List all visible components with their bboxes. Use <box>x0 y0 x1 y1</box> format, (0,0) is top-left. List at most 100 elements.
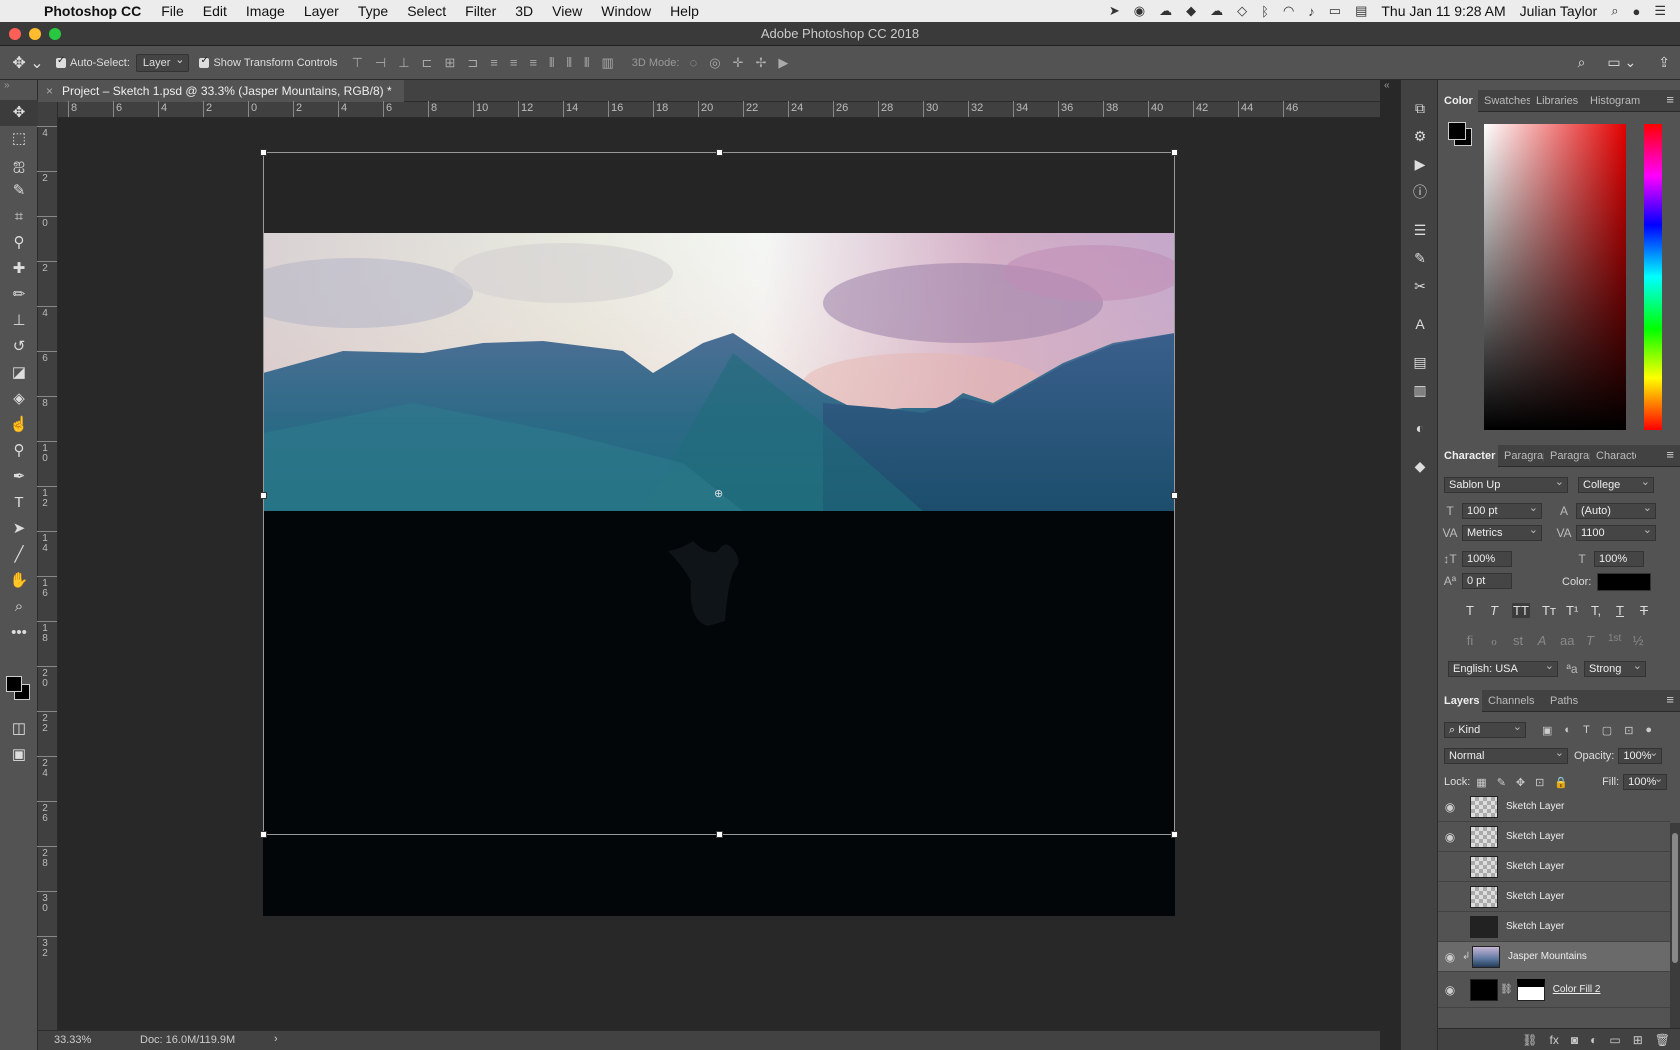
crop-tool-icon[interactable]: ⌗ <box>0 204 38 230</box>
3d-pan-icon[interactable]: ✛ <box>733 55 744 71</box>
3d-orbit-icon[interactable]: ◌ <box>689 55 697 71</box>
vpn-icon[interactable]: ◇ <box>1237 3 1247 19</box>
layer-row[interactable]: ◉ Sketch Layer <box>1438 852 1670 882</box>
tab-color[interactable]: Color <box>1438 89 1478 112</box>
actions-panel-icon[interactable]: ▶ <box>1401 150 1439 178</box>
window-minimize-button[interactable] <box>29 28 41 40</box>
layers-panel-menu-icon[interactable]: ≡ <box>1666 692 1674 707</box>
3d-roll-icon[interactable]: ◎ <box>709 55 720 71</box>
layer-name[interactable]: Sketch Layer <box>1506 801 1564 812</box>
color-fill-area[interactable] <box>263 511 1175 916</box>
vertical-scale-field[interactable]: 100% <box>1462 551 1512 567</box>
foreground-color-swatch[interactable] <box>6 676 22 692</box>
tab-layers[interactable]: Layers <box>1438 689 1482 712</box>
quick-mask-icon[interactable]: ◫ <box>0 716 38 742</box>
tab-character[interactable]: Character <box>1438 444 1498 467</box>
share-icon[interactable]: ⇪ <box>1658 54 1670 71</box>
delete-layer-icon[interactable]: 🗑 <box>1655 1033 1670 1047</box>
distribute-top-icon[interactable]: ≡ <box>490 55 498 71</box>
layer-visibility-eye-icon[interactable]: ◉ <box>1438 830 1462 844</box>
swash-button[interactable]: A <box>1536 633 1548 649</box>
menu-view[interactable]: View <box>552 3 582 19</box>
jasper-mountains-image[interactable] <box>263 233 1175 511</box>
filter-toggle-icon[interactable]: ● <box>1645 724 1652 737</box>
history-brush-tool-icon[interactable]: ↺ <box>0 334 38 360</box>
tab-swatches[interactable]: Swatches <box>1478 90 1530 112</box>
move-tool-icon[interactable]: ✥ <box>0 100 38 126</box>
language-dropdown[interactable]: English: USA <box>1448 659 1558 677</box>
menu-help[interactable]: Help <box>670 3 699 19</box>
move-tool-preset-icon[interactable]: ✥ ⌄ <box>0 53 56 73</box>
libraries-panel-icon[interactable]: ◆ <box>1401 452 1439 480</box>
window-close-button[interactable] <box>9 28 21 40</box>
creative-cloud-icon[interactable]: ◉ <box>1134 3 1145 19</box>
healing-brush-tool-icon[interactable]: ✚ <box>0 256 38 282</box>
underline-button[interactable]: T <box>1614 603 1626 618</box>
layer-name[interactable]: Color Fill 2 <box>1553 984 1601 995</box>
clone-stamp-tool-icon[interactable]: ⊥ <box>0 308 38 334</box>
layer-visibility-eye-icon[interactable]: ◉ <box>1438 950 1462 964</box>
color-picker-field[interactable] <box>1484 124 1626 430</box>
dropbox-icon[interactable]: ◆ <box>1186 3 1196 19</box>
layer-row[interactable]: ◉ ⛓ Color Fill 2 <box>1438 972 1670 1008</box>
contextual-alternates-button[interactable]: ℴ <box>1488 633 1500 649</box>
show-transform-checkbox[interactable]: Show Transform Controls <box>199 55 338 69</box>
faux-italic-button[interactable]: T <box>1488 603 1500 618</box>
lock-artboard-icon[interactable]: ⊡ <box>1535 776 1544 789</box>
lock-transparency-icon[interactable]: ▦ <box>1476 776 1486 789</box>
horizontal-ruler[interactable]: 8 6 4 2 0 2 4 6 8 10 12 14 16 18 20 22 24 26 28 30 32 34 36 38 4… <box>58 101 1380 118</box>
align-top-icon[interactable]: ⊤ <box>352 55 363 71</box>
3d-scale-icon[interactable]: ▶ <box>778 55 788 71</box>
hue-slider[interactable] <box>1644 124 1662 430</box>
new-group-icon[interactable]: ▭ <box>1609 1033 1620 1047</box>
document-tab[interactable]: × Project – Sketch 1.psd @ 33.3% (Jasper… <box>38 80 404 102</box>
titling-alternates-button[interactable]: T <box>1584 633 1596 649</box>
filter-shape-icon[interactable]: ▢ <box>1602 724 1612 737</box>
align-bottom-icon[interactable]: ⊥ <box>398 55 409 71</box>
text-color-swatch[interactable] <box>1597 573 1652 591</box>
volume-icon[interactable]: ♪ <box>1308 4 1315 19</box>
add-mask-icon[interactable]: ◙ <box>1571 1033 1578 1047</box>
eraser-tool-icon[interactable]: ◪ <box>0 360 38 386</box>
filter-pixel-icon[interactable]: ▣ <box>1542 724 1552 737</box>
filter-type-icon[interactable]: T <box>1583 724 1590 737</box>
lasso-tool-icon[interactable]: ஐ <box>0 152 38 178</box>
font-family-dropdown[interactable]: Sablon Up <box>1444 475 1568 493</box>
distribute-vcenter-icon[interactable]: ≡ <box>510 55 518 71</box>
location-icon[interactable]: ➤ <box>1109 3 1120 19</box>
discretionary-ligatures-button[interactable]: st <box>1512 633 1524 649</box>
auto-select-checkbox[interactable]: Auto-Select: <box>56 55 130 69</box>
menu-3d[interactable]: 3D <box>515 3 533 19</box>
wifi-icon[interactable]: ◠ <box>1283 3 1294 19</box>
faux-bold-button[interactable]: T <box>1464 603 1476 618</box>
new-layer-icon[interactable]: ⊞ <box>1633 1033 1643 1047</box>
workspace-icon[interactable]: ▭ ⌄ <box>1607 54 1636 71</box>
lock-pixels-icon[interactable]: ✎ <box>1497 776 1506 789</box>
properties-panel-icon[interactable]: ⚙ <box>1401 122 1439 150</box>
menu-layer[interactable]: Layer <box>304 3 339 19</box>
siri-icon[interactable]: ● <box>1632 4 1640 19</box>
tracking-field[interactable]: 1100 <box>1576 523 1656 541</box>
dock-collapse-icon[interactable]: « <box>1384 80 1390 91</box>
layer-name[interactable]: Jasper Mountains <box>1508 951 1587 962</box>
layer-visibility-toggle[interactable]: ◉ <box>1438 860 1462 874</box>
layer-row[interactable]: ◉ Sketch Layer <box>1438 822 1670 852</box>
menubar-user[interactable]: Julian Taylor <box>1520 3 1598 19</box>
zoom-level[interactable]: 33.33% <box>54 1034 91 1046</box>
ligatures-button[interactable]: ﬁ <box>1464 633 1476 649</box>
color-panel-menu-icon[interactable]: ≡ <box>1666 92 1674 107</box>
layer-row-selected[interactable]: ◉ ↲ Jasper Mountains <box>1438 942 1670 972</box>
stylistic-alternates-button[interactable]: aa <box>1560 633 1574 649</box>
superscript-button[interactable]: T¹ <box>1566 603 1578 618</box>
vertical-ruler[interactable]: 4 2 0 2 4 6 8 1 0 1 2 1 4 1 6 1 8 2 0 2 2 2 4 2 6 2 8 3 0… <box>37 102 58 1030</box>
align-hcenter-icon[interactable]: ⊞ <box>444 55 455 71</box>
layer-style-fx-icon[interactable]: fx <box>1550 1033 1559 1047</box>
status-menu-arrow[interactable]: › <box>274 1033 278 1045</box>
character-panel-menu-icon[interactable]: ≡ <box>1666 447 1674 462</box>
marquee-tool-icon[interactable]: ⬚ <box>0 126 38 152</box>
adjustments-panel-icon[interactable]: ☰ <box>1401 216 1439 244</box>
baseline-shift-field[interactable]: 0 pt <box>1462 573 1512 589</box>
menu-select[interactable]: Select <box>407 3 446 19</box>
lock-all-icon[interactable]: 🔒 <box>1554 776 1568 789</box>
font-size-field[interactable]: 100 pt <box>1462 501 1542 519</box>
